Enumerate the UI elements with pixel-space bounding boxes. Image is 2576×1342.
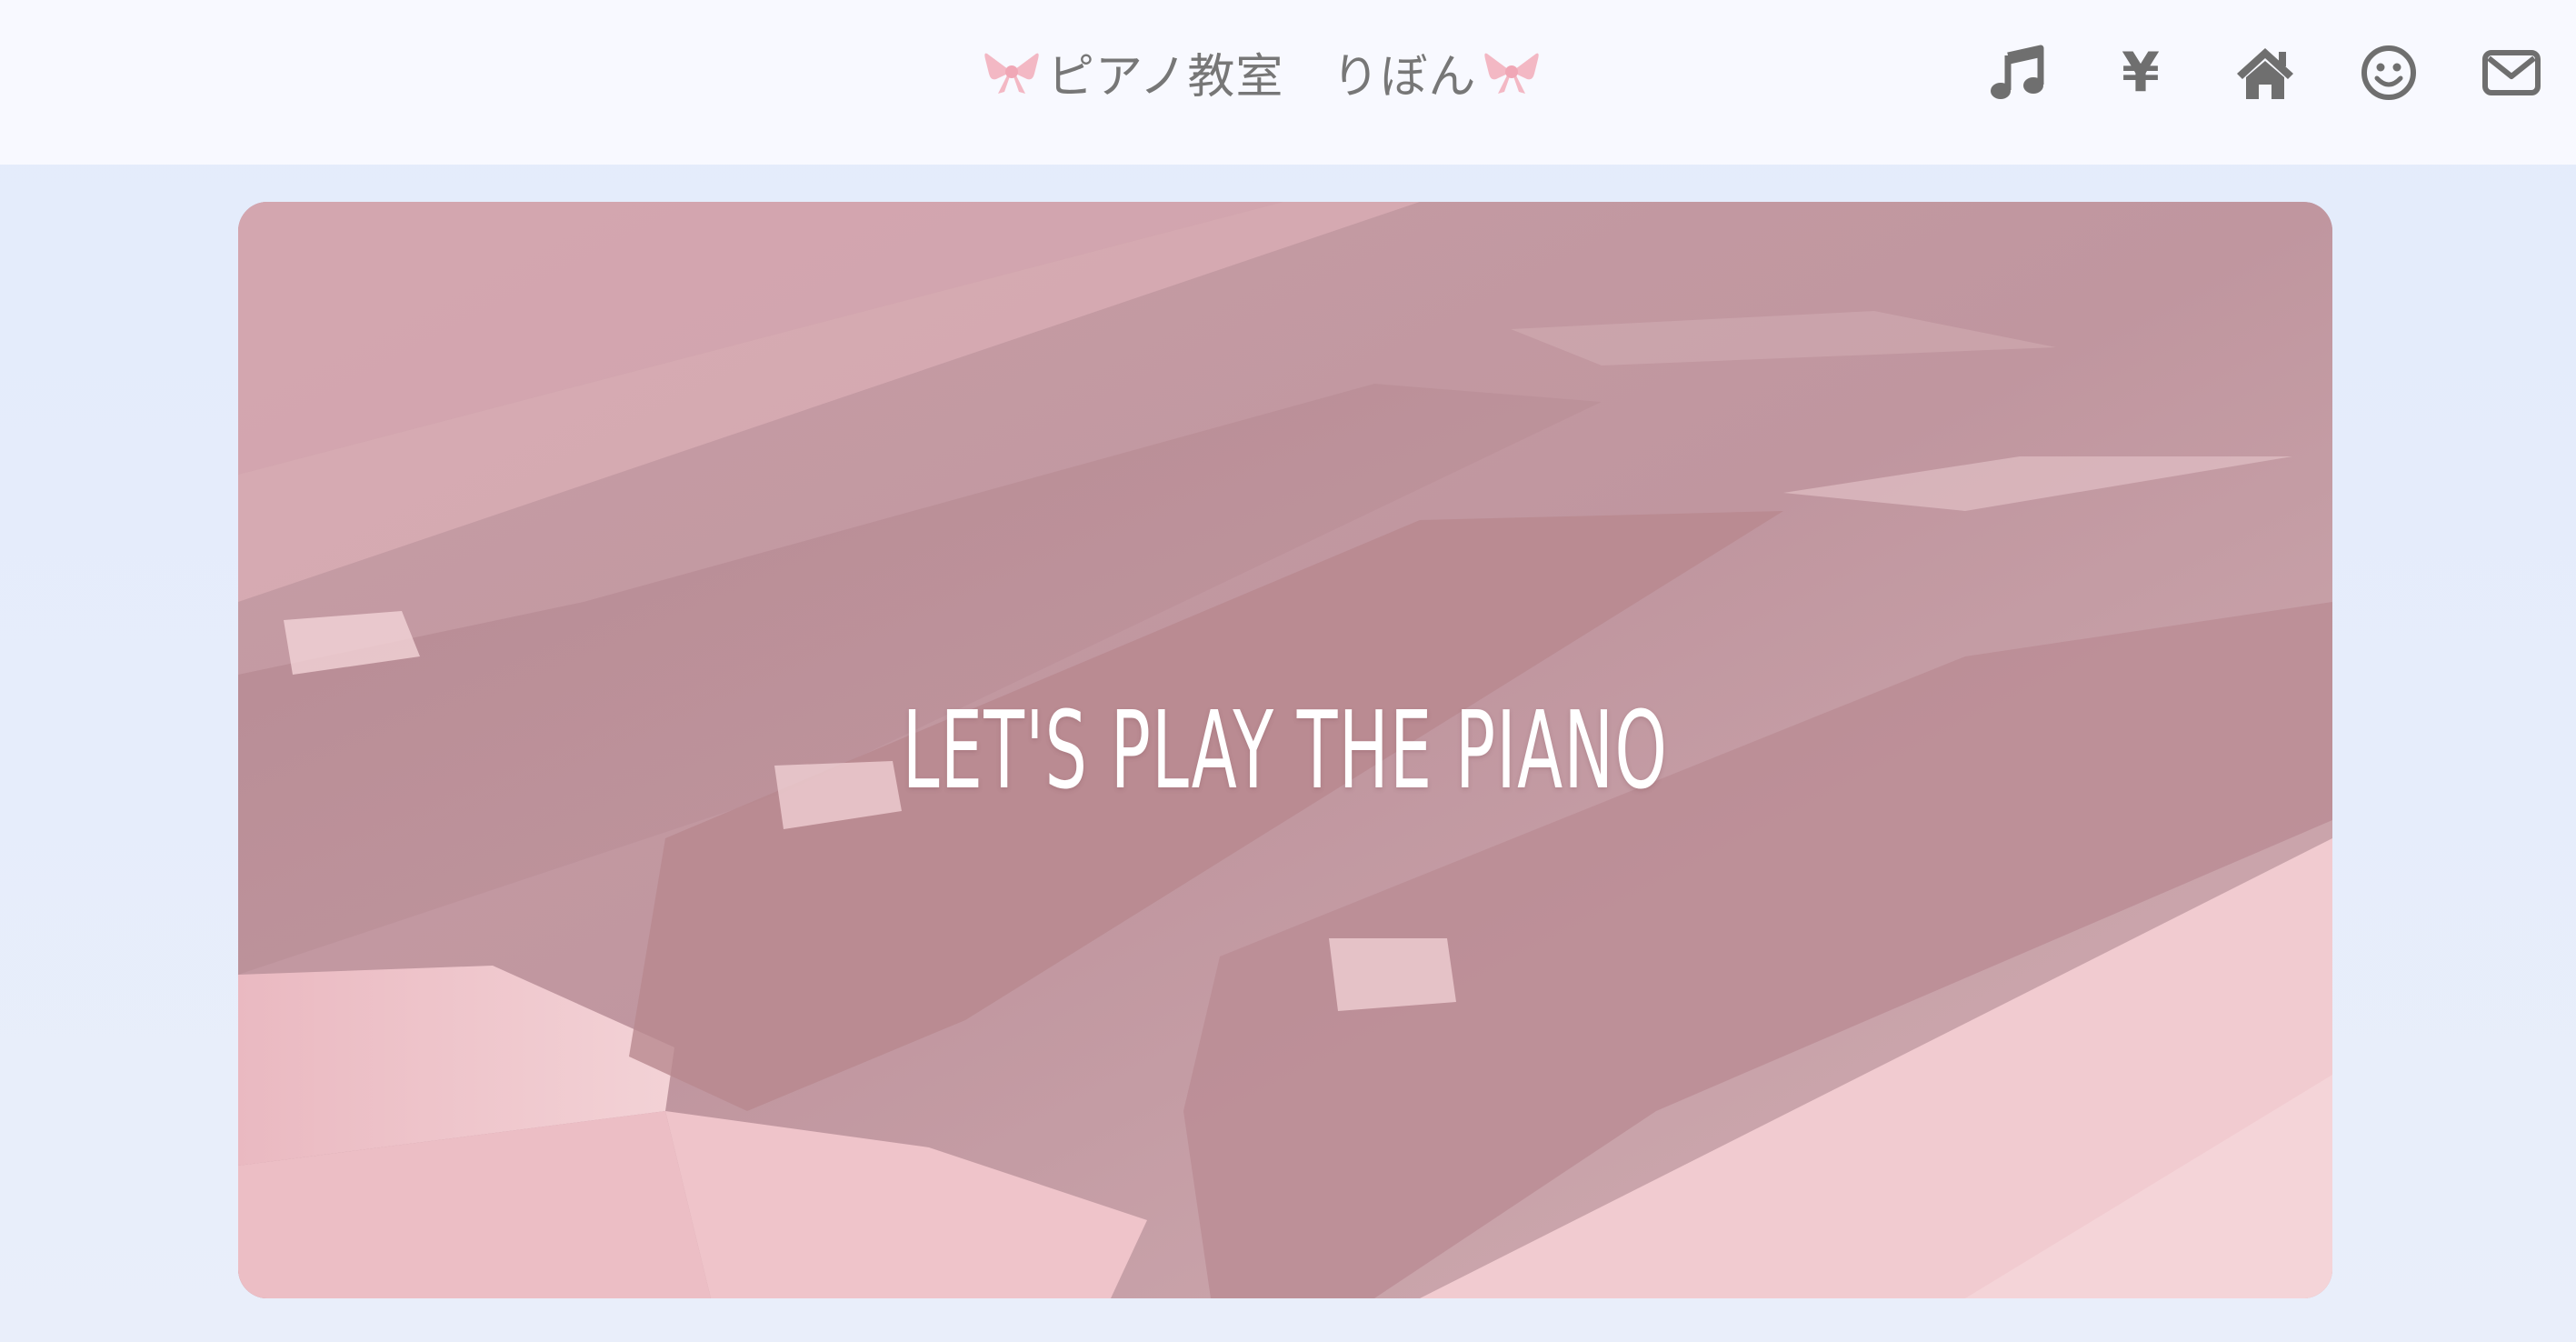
site-title-text: ピアノ教室 りぼん [1047, 49, 1477, 105]
hero-headline: LET'S PLAY THE PIANO [902, 687, 1669, 813]
site-title[interactable]: ピアノ教室 りぼん [980, 40, 1543, 105]
site-header: ピアノ教室 りぼん ¥ [0, 0, 2576, 165]
yen-icon[interactable]: ¥ [2104, 36, 2177, 109]
home-icon[interactable] [2229, 36, 2301, 109]
ribbon-bow-icon [983, 46, 1040, 97]
hero-banner: LET'S PLAY THE PIANO [238, 202, 2332, 1298]
yen-label: ¥ [2122, 41, 2160, 105]
mail-icon[interactable] [2475, 36, 2548, 109]
ribbon-bow-icon [1483, 46, 1540, 97]
main-nav: ¥ [1982, 36, 2545, 109]
smiley-icon[interactable] [2352, 36, 2425, 109]
music-note-icon[interactable] [1982, 36, 2054, 109]
